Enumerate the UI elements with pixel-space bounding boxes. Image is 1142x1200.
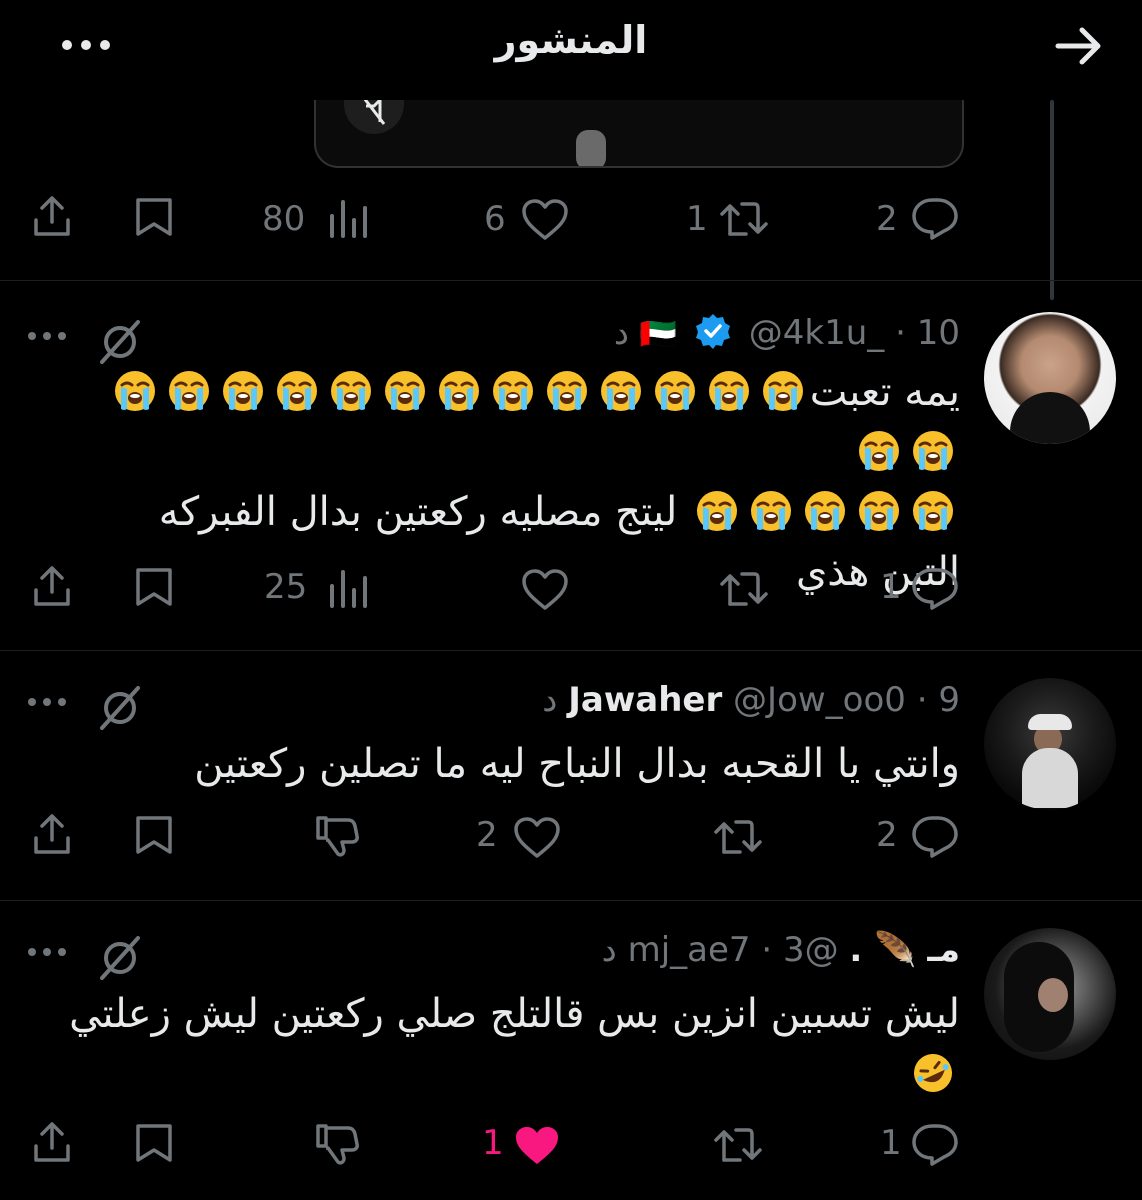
reply-text: وانتي يا القحبه بدال النباح ليه ما تصلين…	[60, 734, 960, 794]
rofl-emoji-icon	[911, 1051, 955, 1095]
display-name[interactable]: مـ	[927, 930, 960, 970]
likes-count: 6	[484, 199, 506, 239]
repost-icon[interactable]	[718, 198, 770, 240]
reply-tweet[interactable]: Jawaher @Jow_oo0 · 9 د وانتي يا القحبه ب…	[0, 660, 1142, 900]
reply-meta: Jawaher @Jow_oo0 · 9 د	[542, 680, 960, 720]
loudly-crying-face-icon	[275, 369, 319, 413]
share-icon[interactable]	[30, 812, 74, 856]
reply-icon[interactable]	[910, 1122, 960, 1168]
page-title: المنشور	[494, 18, 648, 62]
handle[interactable]: @Jow_oo0	[733, 680, 906, 720]
views-icon[interactable]	[326, 568, 370, 608]
handle[interactable]: @mj_ae7	[628, 930, 839, 970]
likes-count: 2	[476, 815, 498, 855]
separator: ·	[761, 930, 773, 970]
separator: ·	[895, 313, 906, 353]
reply-icon[interactable]	[910, 196, 960, 242]
reply-tweet[interactable]: 🇦🇪 @4k1u_ · 10 د يمه تعبت ليتج مصليه ركع…	[0, 290, 1142, 650]
flag: 🇦🇪	[639, 317, 678, 352]
loudly-crying-face-icon	[911, 489, 955, 533]
reply-line-1: يمه تعبت	[809, 369, 960, 415]
avatar[interactable]	[984, 312, 1116, 444]
loudly-crying-face-icon	[329, 369, 373, 413]
reply-text: ليش تسبين انزين بس قالتلج صلي ركعتين ليش…	[60, 984, 960, 1104]
likes-count: 1	[482, 1123, 504, 1163]
grok-icon[interactable]	[96, 318, 144, 366]
replies-count: 2	[876, 815, 898, 855]
grok-icon[interactable]	[96, 934, 144, 982]
separator: ·	[916, 680, 928, 720]
divider	[0, 650, 1142, 651]
loudly-crying-face-icon	[491, 369, 535, 413]
back-arrow-icon[interactable]	[1054, 24, 1104, 68]
replies-count: 2	[876, 199, 898, 239]
reply-icon[interactable]	[910, 566, 960, 612]
loudly-crying-face-icon	[437, 369, 481, 413]
bookmark-icon[interactable]	[134, 196, 174, 238]
replies-count: 1	[880, 567, 902, 607]
views-count: 25	[264, 567, 308, 607]
loudly-crying-face-icon	[545, 369, 589, 413]
display-name-suffix: 🪶 .	[849, 930, 917, 970]
display-name[interactable]: Jawaher	[568, 680, 722, 720]
grok-icon[interactable]	[96, 684, 144, 732]
reply-text: يمه تعبت ليتج مصليه ركعتين بدال الفبركه …	[60, 362, 960, 602]
loudly-crying-face-icon	[113, 369, 157, 413]
loudly-crying-face-icon	[221, 369, 265, 413]
reply-icon[interactable]	[910, 814, 960, 860]
replies-count: 1	[880, 1123, 902, 1163]
bookmark-icon[interactable]	[134, 566, 174, 608]
loudly-crying-face-icon	[653, 369, 697, 413]
loudly-crying-face-icon	[167, 369, 211, 413]
more-icon[interactable]	[26, 696, 68, 708]
dislike-icon[interactable]	[314, 814, 360, 858]
loudly-crying-face-icon	[749, 489, 793, 533]
repost-icon[interactable]	[718, 568, 770, 610]
more-icon[interactable]	[26, 946, 68, 958]
liked-heart-icon[interactable]	[512, 1124, 562, 1168]
reply-line-1: وانتي يا القحبه بدال النباح ليه ما تصلين…	[194, 741, 960, 787]
bookmark-icon[interactable]	[134, 814, 174, 856]
loudly-crying-face-icon	[857, 429, 901, 473]
more-icon[interactable]	[26, 330, 68, 342]
reply-meta: مـ 🪶 . @mj_ae7 · 3 د	[602, 930, 960, 970]
share-icon[interactable]	[30, 564, 74, 608]
emoji-group	[690, 489, 960, 535]
loudly-crying-face-icon	[761, 369, 805, 413]
dislike-icon[interactable]	[314, 1122, 360, 1166]
post-action-bar: 80 6 1 2	[0, 190, 1142, 250]
handle[interactable]: @4k1u_	[749, 313, 885, 353]
reply-tweet[interactable]: مـ 🪶 . @mj_ae7 · 3 د ليش تسبين انزين بس …	[0, 910, 1142, 1200]
avatar[interactable]	[984, 678, 1116, 810]
repost-icon[interactable]	[712, 816, 764, 858]
reply-line-2: ليتج مصليه ركعتين بدال الفبركه	[158, 489, 678, 535]
bookmark-icon[interactable]	[134, 1122, 174, 1164]
like-icon[interactable]	[520, 568, 570, 612]
mute-icon[interactable]	[344, 100, 404, 134]
reply-meta: 🇦🇪 @4k1u_ · 10 د	[614, 312, 960, 359]
repost-icon[interactable]	[712, 1124, 764, 1166]
divider	[0, 900, 1142, 901]
loudly-crying-face-icon	[911, 429, 955, 473]
avatar[interactable]	[984, 928, 1116, 1060]
loudly-crying-face-icon	[695, 489, 739, 533]
loudly-crying-face-icon	[599, 369, 643, 413]
loudly-crying-face-icon	[383, 369, 427, 413]
media-card[interactable]	[314, 100, 964, 168]
like-icon[interactable]	[520, 198, 570, 242]
loudly-crying-face-icon	[857, 489, 901, 533]
divider	[0, 280, 1142, 281]
verified-badge-icon	[694, 312, 732, 359]
share-icon[interactable]	[30, 194, 74, 238]
like-icon[interactable]	[512, 816, 562, 860]
views-count: 80	[262, 199, 306, 239]
reposts-count: 1	[686, 199, 708, 239]
views-icon[interactable]	[326, 198, 370, 238]
loudly-crying-face-icon	[707, 369, 751, 413]
loudly-crying-face-icon	[803, 489, 847, 533]
share-icon[interactable]	[30, 1120, 74, 1164]
reply-line-1: ليش تسبين انزين بس قالتلج صلي ركعتين ليش…	[69, 991, 960, 1037]
